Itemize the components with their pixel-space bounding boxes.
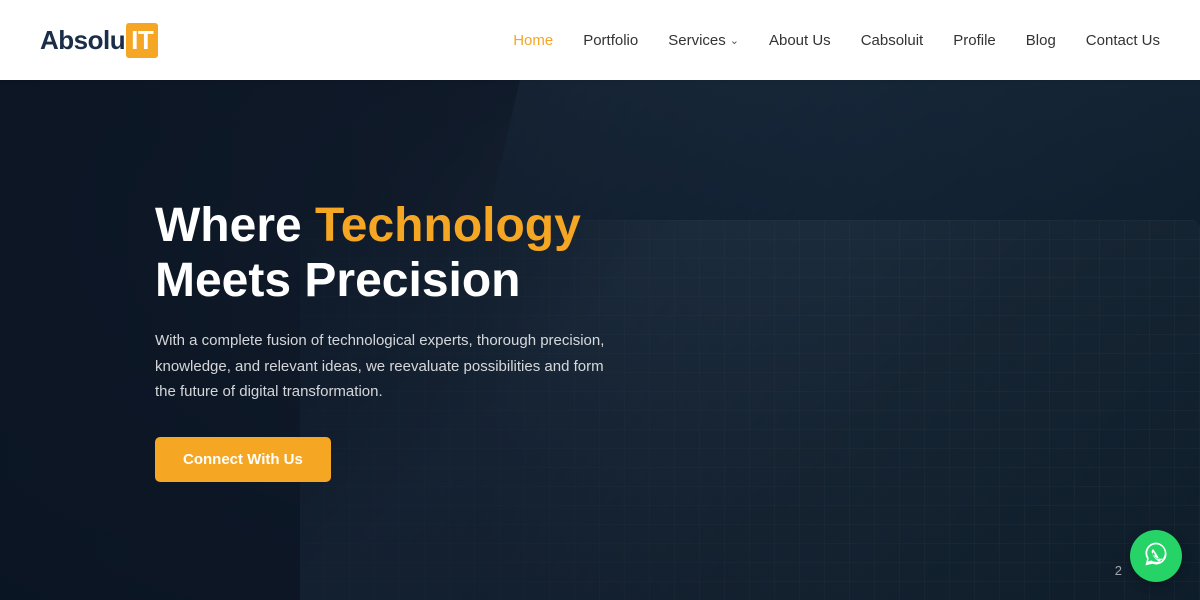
- hero-content: Where Technology Meets Precision With a …: [0, 198, 615, 482]
- header: AbsoluIT Home Portfolio Services ⌄ About…: [0, 0, 1200, 80]
- hero-section: Where Technology Meets Precision With a …: [0, 80, 1200, 600]
- main-nav: Home Portfolio Services ⌄ About Us Cabso…: [513, 32, 1160, 49]
- hero-title: Where Technology Meets Precision: [155, 198, 615, 308]
- hero-title-part1: Where: [155, 199, 315, 252]
- whatsapp-icon: [1142, 540, 1170, 573]
- logo[interactable]: AbsoluIT: [40, 23, 158, 58]
- page-number: 2: [1115, 563, 1122, 578]
- nav-item-profile[interactable]: Profile: [953, 32, 996, 49]
- logo-text: Absolu: [40, 25, 125, 56]
- nav-item-blog[interactable]: Blog: [1026, 32, 1056, 49]
- nav-item-portfolio[interactable]: Portfolio: [583, 32, 638, 49]
- nav-item-services[interactable]: Services ⌄: [668, 32, 739, 49]
- connect-button[interactable]: Connect With Us: [155, 437, 331, 482]
- hero-title-part2: Meets Precision: [155, 254, 520, 307]
- nav-item-contact[interactable]: Contact Us: [1086, 32, 1160, 49]
- nav-item-home[interactable]: Home: [513, 32, 553, 49]
- hero-title-highlight: Technology: [315, 199, 581, 252]
- nav-item-about[interactable]: About Us: [769, 32, 831, 49]
- hero-subtitle: With a complete fusion of technological …: [155, 328, 615, 405]
- logo-it: IT: [126, 23, 158, 58]
- whatsapp-fab[interactable]: [1130, 530, 1182, 582]
- nav-item-cabsoluit[interactable]: Cabsoluit: [861, 32, 924, 49]
- services-chevron-icon: ⌄: [730, 34, 739, 47]
